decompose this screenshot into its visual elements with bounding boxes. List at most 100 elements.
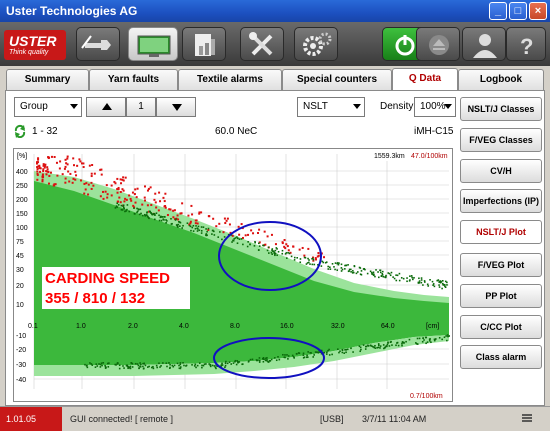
yarn-point: [162, 362, 164, 364]
fault-point: [120, 182, 123, 185]
fault-point: [91, 164, 94, 167]
yarn-point: [176, 225, 179, 227]
tab-summary[interactable]: Summary: [6, 69, 89, 90]
yarn-point: [321, 260, 324, 263]
yarn-point: [201, 364, 203, 367]
monitor-button[interactable]: [128, 27, 178, 61]
tab-q-data[interactable]: Q Data: [392, 68, 458, 91]
yarn-point: [155, 212, 158, 215]
yarn-point: [262, 244, 264, 247]
menu-icon[interactable]: [520, 411, 534, 425]
yarn-point: [324, 261, 327, 264]
yarn-point: [131, 362, 134, 365]
yarn-point: [181, 227, 183, 229]
yarn-point: [410, 275, 413, 277]
fault-point: [83, 192, 86, 195]
yarn-point: [311, 263, 314, 266]
yarn-point: [379, 269, 382, 272]
f-veg-plot-button[interactable]: F/VEG Plot: [460, 253, 542, 277]
minimize-button[interactable]: _: [489, 2, 507, 20]
yarn-point: [242, 243, 244, 246]
refresh-icon[interactable]: [13, 124, 27, 138]
yarn-point: [352, 270, 354, 272]
yarn-point: [258, 245, 261, 247]
tools-button[interactable]: [240, 27, 284, 61]
tab-textile-alarms[interactable]: Textile alarms: [178, 69, 282, 90]
tab-special-counters[interactable]: Special counters: [282, 69, 392, 90]
yarn-point: [193, 365, 196, 367]
yarn-path-button[interactable]: [76, 27, 120, 61]
fault-point: [67, 170, 70, 173]
tab-logbook[interactable]: Logbook: [458, 69, 544, 90]
yarn-point: [231, 241, 233, 243]
settings-button[interactable]: [294, 27, 338, 61]
imperfections-button[interactable]: Imperfections (IP): [460, 189, 542, 213]
nslt-j-plot-button[interactable]: NSLT/J Plot: [460, 220, 542, 244]
yarn-point: [86, 364, 88, 367]
yarn-point: [104, 364, 106, 367]
class-select-value: NSLT: [303, 101, 328, 112]
nslt-j-classes-button[interactable]: NSLT/J Classes: [460, 97, 542, 121]
yarn-point: [364, 348, 367, 350]
close-button[interactable]: ×: [529, 2, 547, 20]
fault-point: [158, 191, 161, 194]
yarn-point: [140, 363, 142, 366]
user-button[interactable]: [462, 27, 506, 61]
yarn-point: [214, 366, 217, 369]
yarn-point: [196, 230, 199, 232]
maximize-button[interactable]: □: [509, 2, 527, 20]
yarn-point: [420, 281, 423, 284]
yarn-point: [385, 276, 387, 278]
yarn-point: [122, 206, 125, 209]
yarn-point: [364, 345, 367, 348]
help-icon: ?: [520, 34, 533, 59]
f-veg-classes-button[interactable]: F/VEG Classes: [460, 128, 542, 152]
yarn-point: [281, 249, 284, 252]
annotation-values: 355 / 810 / 132: [45, 290, 145, 307]
help-button[interactable]: ?: [506, 27, 546, 61]
yarn-point: [155, 364, 158, 367]
fault-point: [189, 220, 192, 223]
class-select[interactable]: NSLT: [297, 97, 365, 117]
eject-button[interactable]: [416, 27, 460, 61]
yarn-point: [353, 265, 356, 268]
fault-point: [113, 180, 116, 183]
yarn-point: [310, 352, 312, 354]
yarn-point: [118, 364, 121, 367]
fault-point: [66, 163, 69, 166]
yarn-point: [116, 206, 118, 208]
fault-point: [223, 217, 226, 220]
yarn-point: [401, 342, 403, 345]
yarn-point: [391, 344, 393, 346]
class-alarm-button[interactable]: Class alarm: [460, 345, 542, 369]
yarn-point: [376, 346, 378, 349]
yarn-point: [340, 263, 343, 266]
yarn-point: [166, 220, 168, 222]
c-cc-plot-button[interactable]: C/CC Plot: [460, 315, 542, 339]
y-tick-label: 250: [16, 183, 28, 190]
page-up-button[interactable]: [86, 97, 126, 117]
y-tick-label: -20: [16, 347, 26, 354]
fault-point: [303, 254, 306, 257]
fault-point: [207, 215, 210, 218]
yarn-point: [267, 246, 270, 249]
group-select[interactable]: Group: [14, 97, 82, 117]
page-down-button[interactable]: [156, 97, 196, 117]
pp-plot-button[interactable]: PP Plot: [460, 284, 542, 308]
tab-yarn-faults[interactable]: Yarn faults: [89, 69, 178, 90]
yarn-point: [131, 366, 134, 368]
report-button[interactable]: [182, 27, 226, 61]
cv-h-button[interactable]: CV/H: [460, 159, 542, 183]
yarn-point: [90, 363, 93, 365]
yarn-point: [422, 284, 424, 286]
density-select[interactable]: 100%: [414, 97, 456, 117]
yarn-point: [276, 254, 278, 257]
yarn-point: [236, 237, 239, 240]
y-tick-label: 150: [16, 211, 28, 218]
fault-point: [90, 181, 93, 184]
yarn-point: [421, 340, 424, 343]
fault-point: [90, 187, 93, 190]
yarn-point: [287, 358, 289, 360]
yarn-point: [147, 366, 149, 368]
yarn-point: [356, 271, 359, 273]
